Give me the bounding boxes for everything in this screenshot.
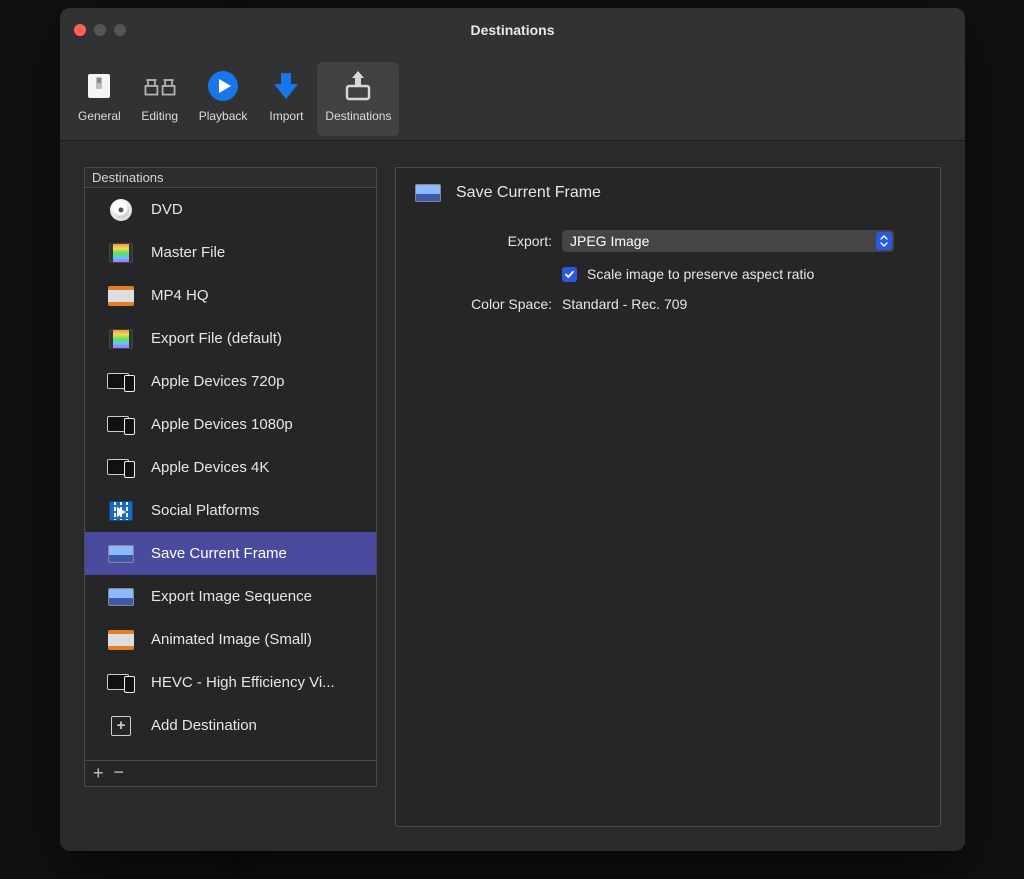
- sidebar-item-label: Apple Devices 1080p: [151, 416, 293, 433]
- social-icon: [107, 500, 135, 522]
- tab-editing[interactable]: Editing: [131, 62, 189, 136]
- tab-label: Destinations: [325, 109, 391, 123]
- sidebar-header: Destinations: [85, 168, 376, 188]
- devices-icon: [107, 457, 135, 479]
- destinations-list-box: Destinations DVD Master File MP4 HQ: [84, 167, 377, 787]
- chevron-updown-icon: [876, 232, 892, 250]
- sidebar-footer: + −: [85, 760, 376, 786]
- window-title: Destinations: [60, 22, 965, 38]
- film-icon: [107, 328, 135, 350]
- sidebar-item-mp4-hq[interactable]: MP4 HQ: [85, 274, 376, 317]
- sidebar-item-label: Apple Devices 4K: [151, 459, 269, 476]
- add-button[interactable]: +: [93, 763, 104, 784]
- export-label: Export:: [412, 233, 552, 249]
- export-select[interactable]: JPEG Image: [562, 230, 894, 252]
- preferences-toolbar: General Editing: [60, 54, 965, 141]
- sidebar-item-apple-1080p[interactable]: Apple Devices 1080p: [85, 403, 376, 446]
- sidebar-item-animated-image[interactable]: Animated Image (Small): [85, 618, 376, 661]
- color-space-label: Color Space:: [412, 296, 552, 312]
- preferences-window: Destinations General: [60, 8, 965, 851]
- sidebar-item-save-current-frame[interactable]: Save Current Frame: [85, 532, 376, 575]
- tab-label: Import: [269, 109, 303, 123]
- sidebar-item-label: Export Image Sequence: [151, 588, 312, 605]
- frame-icon: [107, 543, 135, 565]
- destinations-sidebar: Destinations DVD Master File MP4 HQ: [84, 167, 377, 827]
- detail-title: Save Current Frame: [456, 184, 601, 202]
- editing-icon: [142, 68, 178, 104]
- sidebar-item-social-platforms[interactable]: Social Platforms: [85, 489, 376, 532]
- sidebar-item-export-file[interactable]: Export File (default): [85, 317, 376, 360]
- export-value: JPEG Image: [570, 233, 649, 249]
- tab-label: Playback: [199, 109, 248, 123]
- tab-general[interactable]: General: [70, 62, 129, 136]
- dvd-icon: [107, 199, 135, 221]
- sidebar-item-label: Add Destination: [151, 717, 257, 734]
- sidebar-item-label: Master File: [151, 244, 225, 261]
- sidebar-item-label: MP4 HQ: [151, 287, 209, 304]
- remove-button[interactable]: −: [114, 762, 125, 783]
- titlebar: Destinations: [60, 8, 965, 54]
- sidebar-item-label: Export File (default): [151, 330, 282, 347]
- detail-header: Save Current Frame: [414, 182, 924, 204]
- bundle-icon: [107, 285, 135, 307]
- playback-icon: [205, 68, 241, 104]
- sidebar-item-export-image-sequence[interactable]: Export Image Sequence: [85, 575, 376, 618]
- destinations-list: DVD Master File MP4 HQ Export File (defa…: [85, 188, 376, 760]
- sidebar-item-dvd[interactable]: DVD: [85, 188, 376, 231]
- destination-detail-panel: Save Current Frame Export: JPEG Image Sc…: [395, 167, 941, 827]
- sidebar-item-label: Animated Image (Small): [151, 631, 312, 648]
- sidebar-item-add-destination[interactable]: + Add Destination: [85, 704, 376, 747]
- destinations-icon: [340, 68, 376, 104]
- sidebar-item-label: DVD: [151, 201, 183, 218]
- film-icon: [107, 242, 135, 264]
- frame-icon: [414, 182, 442, 204]
- frame-icon: [107, 586, 135, 608]
- general-icon: [81, 68, 117, 104]
- plus-box-icon: +: [107, 715, 135, 737]
- devices-icon: [107, 672, 135, 694]
- scale-row: Scale image to preserve aspect ratio: [412, 266, 924, 282]
- tab-destinations[interactable]: Destinations: [317, 62, 399, 136]
- sidebar-item-label: Save Current Frame: [151, 545, 287, 562]
- tab-label: Editing: [141, 109, 178, 123]
- tab-label: General: [78, 109, 121, 123]
- sidebar-item-apple-720p[interactable]: Apple Devices 720p: [85, 360, 376, 403]
- tab-playback[interactable]: Playback: [191, 62, 256, 136]
- scale-checkbox[interactable]: [562, 267, 577, 282]
- export-row: Export: JPEG Image: [412, 230, 924, 252]
- devices-icon: [107, 371, 135, 393]
- sidebar-item-label: Apple Devices 720p: [151, 373, 284, 390]
- devices-icon: [107, 414, 135, 436]
- sidebar-item-hevc[interactable]: HEVC - High Efficiency Vi...: [85, 661, 376, 704]
- scale-label[interactable]: Scale image to preserve aspect ratio: [587, 266, 814, 282]
- color-space-row: Color Space: Standard - Rec. 709: [412, 296, 924, 312]
- content-area: Destinations DVD Master File MP4 HQ: [60, 141, 965, 851]
- sidebar-item-apple-4k[interactable]: Apple Devices 4K: [85, 446, 376, 489]
- color-space-value: Standard - Rec. 709: [562, 296, 687, 312]
- sidebar-item-label: Social Platforms: [151, 502, 259, 519]
- bundle-icon: [107, 629, 135, 651]
- import-icon: [268, 68, 304, 104]
- sidebar-item-label: HEVC - High Efficiency Vi...: [151, 674, 335, 691]
- tab-import[interactable]: Import: [257, 62, 315, 136]
- sidebar-item-master-file[interactable]: Master File: [85, 231, 376, 274]
